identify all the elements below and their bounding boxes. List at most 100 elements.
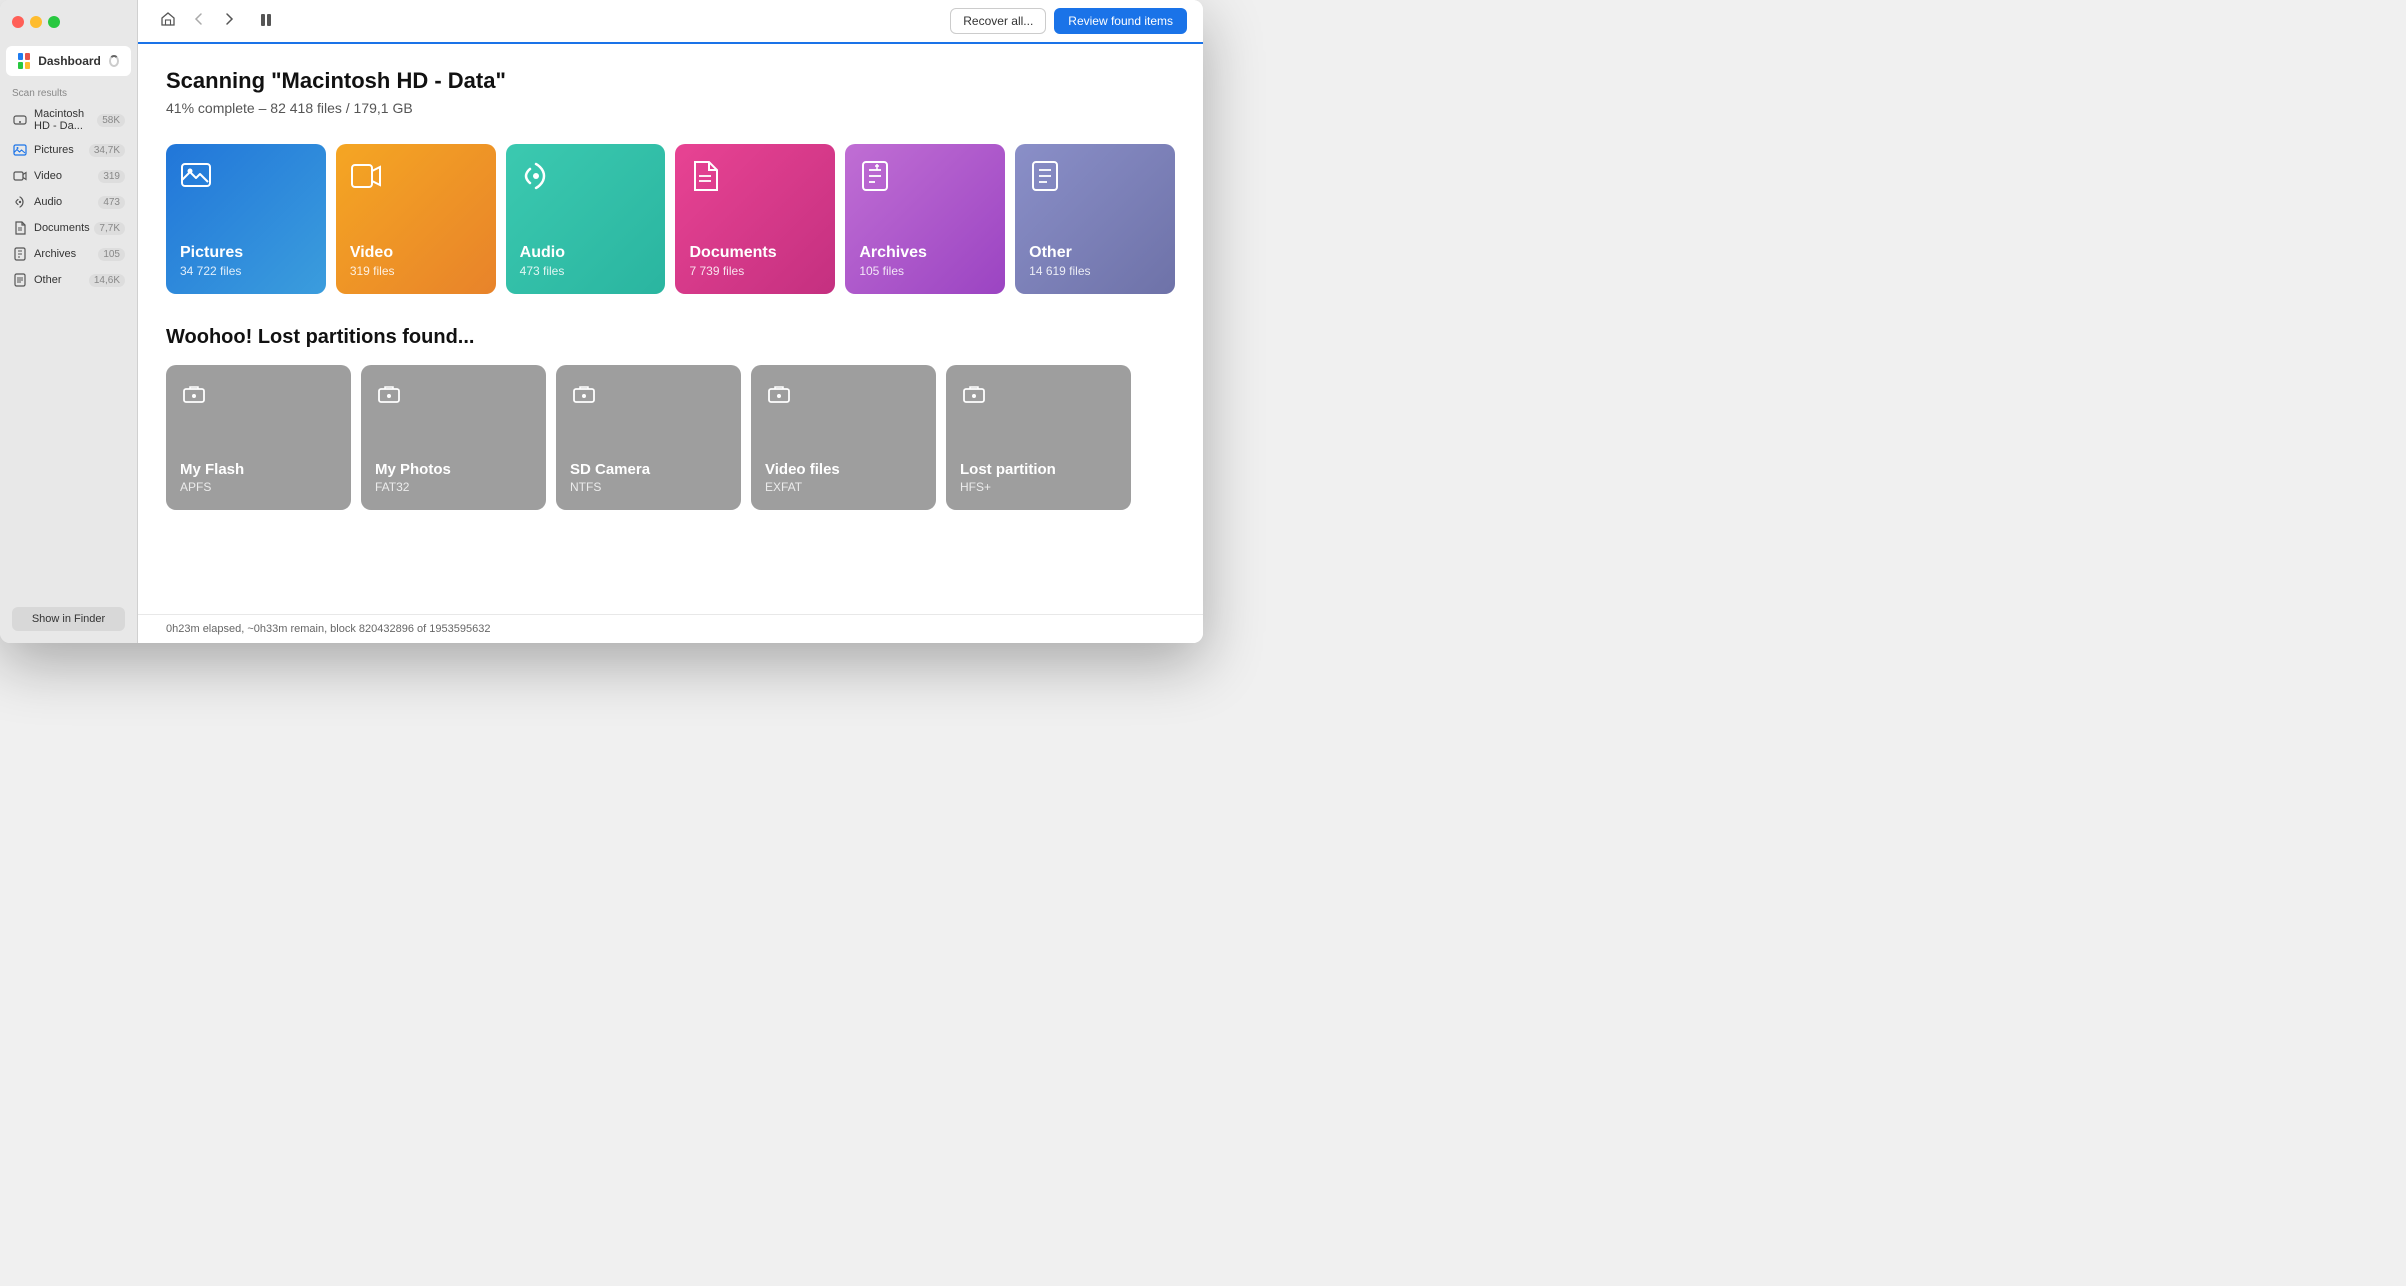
dashboard-icon (18, 53, 30, 69)
sidebar-other-count: 14,6K (89, 274, 125, 287)
partition-flash-fs: APFS (180, 480, 337, 494)
sidebar-archives-label: Archives (34, 248, 98, 260)
sidebar-item-video[interactable]: Video 319 (0, 163, 137, 189)
sidebar-item-pictures[interactable]: Pictures 34,7K (0, 137, 137, 163)
sidebar-archives-count: 105 (98, 248, 125, 261)
other-card[interactable]: Other 14 619 files (1015, 144, 1175, 294)
audio-card-count: 473 files (520, 264, 652, 278)
pictures-card-icon (180, 160, 312, 199)
documents-card[interactable]: Documents 7 739 files (675, 144, 835, 294)
sidebar-pictures-label: Pictures (34, 144, 89, 156)
sidebar-video-label: Video (34, 170, 98, 182)
sidebar-bottom: Show in Finder (0, 595, 137, 643)
scan-subtitle: 41% complete – 82 418 files / 179,1 GB (166, 100, 1175, 116)
partition-videofiles-name: Video files (765, 461, 922, 478)
documents-card-count: 7 739 files (689, 264, 821, 278)
dashboard-label: Dashboard (38, 54, 101, 68)
pictures-icon (12, 142, 28, 158)
partition-sd-camera[interactable]: SD Camera NTFS (556, 365, 741, 510)
sidebar-documents-label: Documents (34, 222, 94, 234)
home-button[interactable] (154, 7, 182, 36)
partition-videofiles-fs: EXFAT (765, 480, 922, 494)
back-button[interactable] (186, 8, 212, 35)
pictures-card[interactable]: Pictures 34 722 files (166, 144, 326, 294)
partition-camera-icon (570, 381, 727, 416)
show-in-finder-button[interactable]: Show in Finder (12, 607, 125, 631)
sidebar-pictures-count: 34,7K (89, 144, 125, 157)
sidebar-item-archives[interactable]: Archives 105 (0, 241, 137, 267)
partition-camera-name: SD Camera (570, 461, 727, 478)
sidebar-item-macintosh[interactable]: Macintosh HD - Da... 58K (0, 103, 137, 137)
sidebar-audio-count: 473 (98, 196, 125, 209)
partition-my-photos[interactable]: My Photos FAT32 (361, 365, 546, 510)
partitions-section-title: Woohoo! Lost partitions found... (166, 326, 1175, 349)
status-bar: 0h23m elapsed, ~0h33m remain, block 8204… (138, 614, 1203, 643)
video-card-count: 319 files (350, 264, 482, 278)
minimize-button[interactable] (30, 16, 42, 28)
pictures-card-count: 34 722 files (180, 264, 312, 278)
main-content: Recover all... Review found items Scanni… (138, 0, 1203, 643)
archives-card-icon (859, 160, 991, 199)
sidebar-macintosh-label: Macintosh HD - Da... (34, 108, 97, 132)
sidebar-other-label: Other (34, 274, 89, 286)
sidebar: Dashboard Scan results Macintosh HD - Da… (0, 0, 138, 643)
maximize-button[interactable] (48, 16, 60, 28)
sidebar-documents-count: 7,7K (94, 222, 125, 235)
sidebar-macintosh-count: 58K (97, 114, 125, 127)
partition-photos-icon (375, 381, 532, 416)
pictures-card-name: Pictures (180, 244, 312, 262)
partition-lost-fs: HFS+ (960, 480, 1117, 494)
pause-button[interactable] (250, 8, 282, 35)
review-found-items-button[interactable]: Review found items (1054, 8, 1187, 34)
video-icon (12, 168, 28, 184)
scan-results-section-label: Scan results (0, 78, 137, 103)
partition-cards: My Flash APFS My Photos FAT32 (166, 365, 1175, 510)
partition-lost[interactable]: Lost partition HFS+ (946, 365, 1131, 510)
video-card-icon (350, 160, 482, 199)
partition-lost-icon (960, 381, 1117, 416)
window-controls (0, 0, 137, 44)
file-category-cards: Pictures 34 722 files Video 319 files (166, 144, 1175, 294)
sidebar-item-documents[interactable]: Documents 7,7K (0, 215, 137, 241)
audio-card-icon (520, 160, 652, 199)
archives-icon (12, 246, 28, 262)
sidebar-item-other[interactable]: Other 14,6K (0, 267, 137, 293)
partition-video-files[interactable]: Video files EXFAT (751, 365, 936, 510)
other-card-icon (1029, 160, 1161, 199)
partition-photos-fs: FAT32 (375, 480, 532, 494)
video-card-name: Video (350, 244, 482, 262)
traffic-lights (12, 16, 60, 28)
other-card-name: Other (1029, 244, 1161, 262)
documents-card-icon (689, 160, 821, 199)
archives-card-name: Archives (859, 244, 991, 262)
other-icon (12, 272, 28, 288)
other-card-count: 14 619 files (1029, 264, 1161, 278)
audio-card[interactable]: Audio 473 files (506, 144, 666, 294)
dashboard-nav-item[interactable]: Dashboard (6, 46, 131, 76)
archives-card-count: 105 files (859, 264, 991, 278)
partition-flash-icon (180, 381, 337, 416)
documents-icon (12, 220, 28, 236)
close-button[interactable] (12, 16, 24, 28)
video-card[interactable]: Video 319 files (336, 144, 496, 294)
drive-icon (12, 112, 28, 128)
nav-buttons (154, 7, 282, 36)
sidebar-item-audio[interactable]: Audio 473 (0, 189, 137, 215)
sidebar-audio-label: Audio (34, 196, 98, 208)
partition-flash-name: My Flash (180, 461, 337, 478)
recover-all-button[interactable]: Recover all... (950, 8, 1046, 34)
partition-videofiles-icon (765, 381, 922, 416)
sidebar-video-count: 319 (98, 170, 125, 183)
partition-camera-fs: NTFS (570, 480, 727, 494)
content-area: Scanning "Macintosh HD - Data" 41% compl… (138, 44, 1203, 614)
forward-button[interactable] (216, 8, 242, 35)
archives-card[interactable]: Archives 105 files (845, 144, 1005, 294)
toolbar: Recover all... Review found items (138, 0, 1203, 44)
scan-title: Scanning "Macintosh HD - Data" (166, 68, 1175, 94)
partition-photos-name: My Photos (375, 461, 532, 478)
audio-card-name: Audio (520, 244, 652, 262)
documents-card-name: Documents (689, 244, 821, 262)
partition-lost-name: Lost partition (960, 461, 1117, 478)
partition-my-flash[interactable]: My Flash APFS (166, 365, 351, 510)
loading-spinner (109, 55, 119, 67)
